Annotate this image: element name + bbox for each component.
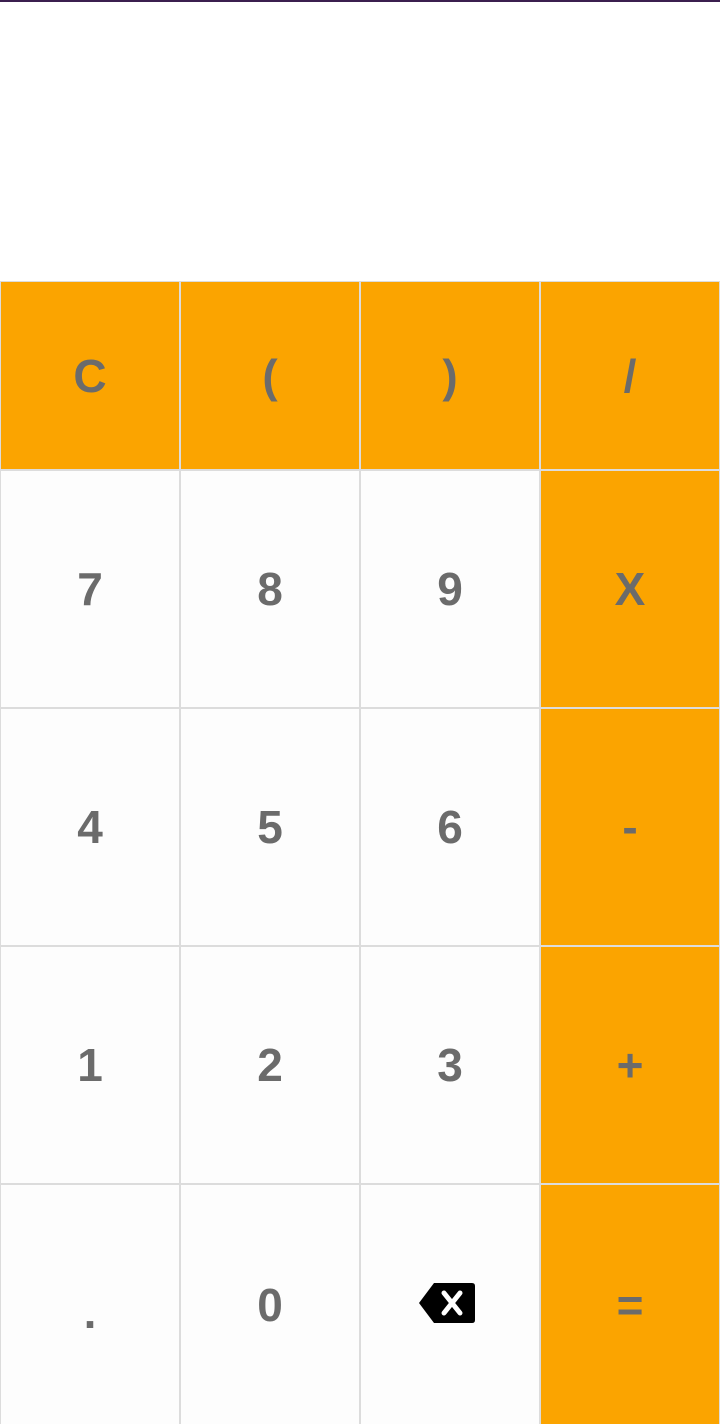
clear-button[interactable]: C [1, 282, 179, 469]
digit-7-button[interactable]: 7 [1, 471, 179, 707]
decimal-point-button[interactable]: . [1, 1185, 179, 1424]
plus-button[interactable]: + [541, 947, 719, 1183]
digit-0-button[interactable]: 0 [181, 1185, 359, 1424]
equals-button[interactable]: = [541, 1185, 719, 1424]
open-paren-button[interactable]: ( [181, 282, 359, 469]
divide-button[interactable]: / [541, 282, 719, 469]
backspace-button[interactable] [361, 1185, 539, 1424]
digit-9-button[interactable]: 9 [361, 471, 539, 707]
digit-3-button[interactable]: 3 [361, 947, 539, 1183]
calculator-keypad: C ( ) / 7 8 9 X 4 5 6 - 1 2 3 + . 0 = [0, 281, 720, 1424]
digit-4-button[interactable]: 4 [1, 709, 179, 945]
calculator-display [0, 2, 720, 281]
digit-5-button[interactable]: 5 [181, 709, 359, 945]
digit-2-button[interactable]: 2 [181, 947, 359, 1183]
backspace-icon [418, 1281, 476, 1325]
digit-8-button[interactable]: 8 [181, 471, 359, 707]
multiply-button[interactable]: X [541, 471, 719, 707]
digit-6-button[interactable]: 6 [361, 709, 539, 945]
digit-1-button[interactable]: 1 [1, 947, 179, 1183]
close-paren-button[interactable]: ) [361, 282, 539, 469]
minus-button[interactable]: - [541, 709, 719, 945]
